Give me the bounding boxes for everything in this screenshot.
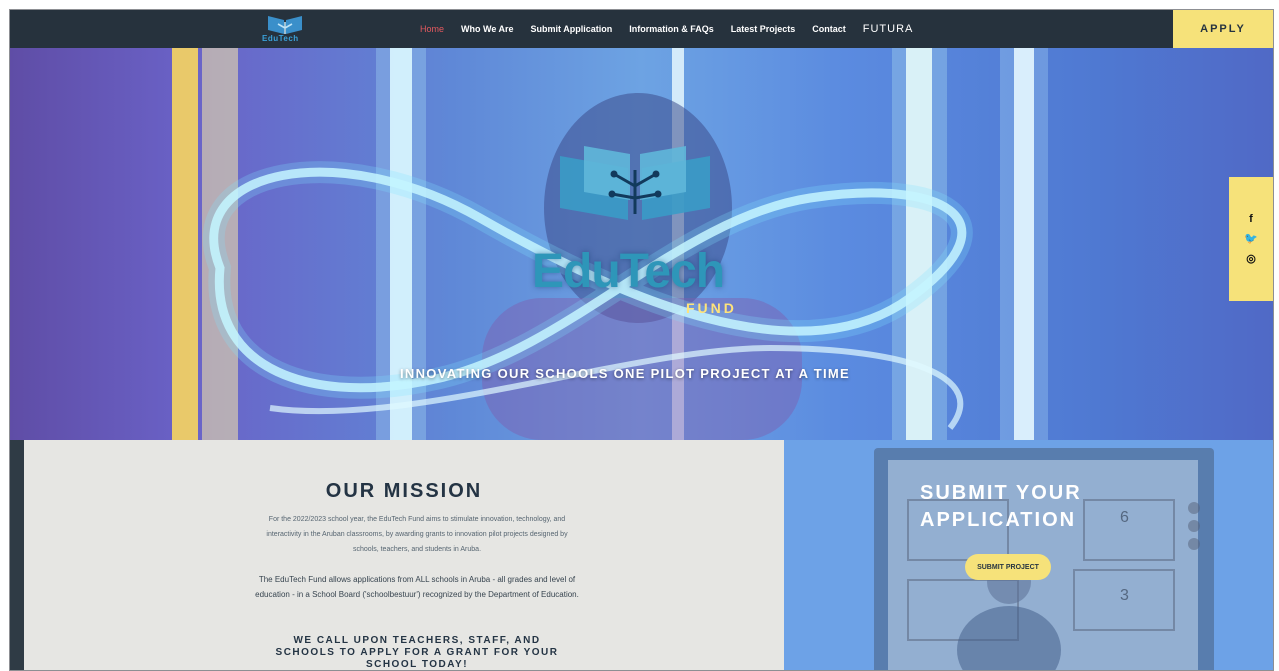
logo-text: EduTech (262, 34, 299, 43)
twitter-icon[interactable]: 🐦 (1244, 232, 1258, 246)
nav-submit-application[interactable]: Submit Application (531, 24, 613, 34)
hero-brand-name: EduTech (532, 245, 725, 298)
main-menu: Home Who We Are Submit Application Infor… (420, 10, 913, 48)
mission-call-to-action: WE CALL UPON TEACHERS, STAFF, AND SCHOOL… (275, 635, 559, 670)
nav-home[interactable]: Home (420, 24, 444, 34)
social-bar: f 🐦 ◎ (1229, 177, 1273, 301)
browser-viewport: EduTech Home Who We Are Submit Applicati… (9, 9, 1274, 671)
submit-title: SUBMIT YOUR APPLICATION (920, 480, 1082, 534)
mission-title: OUR MISSION (325, 480, 483, 502)
board-number-6: 6 (1120, 509, 1129, 526)
mission-paragraph-1: For the 2022/2023 school year, the EduTe… (266, 516, 568, 553)
hero-tagline: INNOVATING OUR SCHOOLS ONE PILOT PROJECT… (400, 366, 850, 381)
apply-button[interactable]: APPLY (1173, 10, 1273, 48)
hero-brand-fund: FUND (686, 300, 737, 316)
nav-futura[interactable]: FUTURA (863, 23, 914, 35)
mission-paragraph-2: The EduTech Fund allows applications fro… (255, 575, 579, 599)
mission-section: OUR MISSION For the 2022/2023 school yea… (24, 440, 784, 670)
hero-section: EduTech FUND INNOVATING OUR SCHOOLS ONE … (10, 48, 1273, 440)
submit-title-line-1: SUBMIT YOUR (920, 482, 1082, 504)
board-number-3: 3 (1120, 587, 1129, 604)
nav-latest-projects[interactable]: Latest Projects (731, 24, 796, 34)
submit-application-section: 6 3 SUBMIT YOUR APPLICATION SUBMIT PROJE… (784, 440, 1273, 670)
instagram-icon[interactable]: ◎ (1246, 252, 1256, 266)
open-book-circuit-icon (560, 146, 710, 220)
facebook-icon[interactable]: f (1249, 212, 1253, 226)
nav-who-we-are[interactable]: Who We Are (461, 24, 514, 34)
submit-project-button[interactable]: SUBMIT PROJECT (965, 554, 1051, 580)
nav-contact[interactable]: Contact (812, 24, 846, 34)
nav-information-faqs[interactable]: Information & FAQs (629, 24, 714, 34)
top-navigation: EduTech Home Who We Are Submit Applicati… (10, 10, 1273, 48)
submit-title-line-2: APPLICATION (920, 509, 1077, 531)
